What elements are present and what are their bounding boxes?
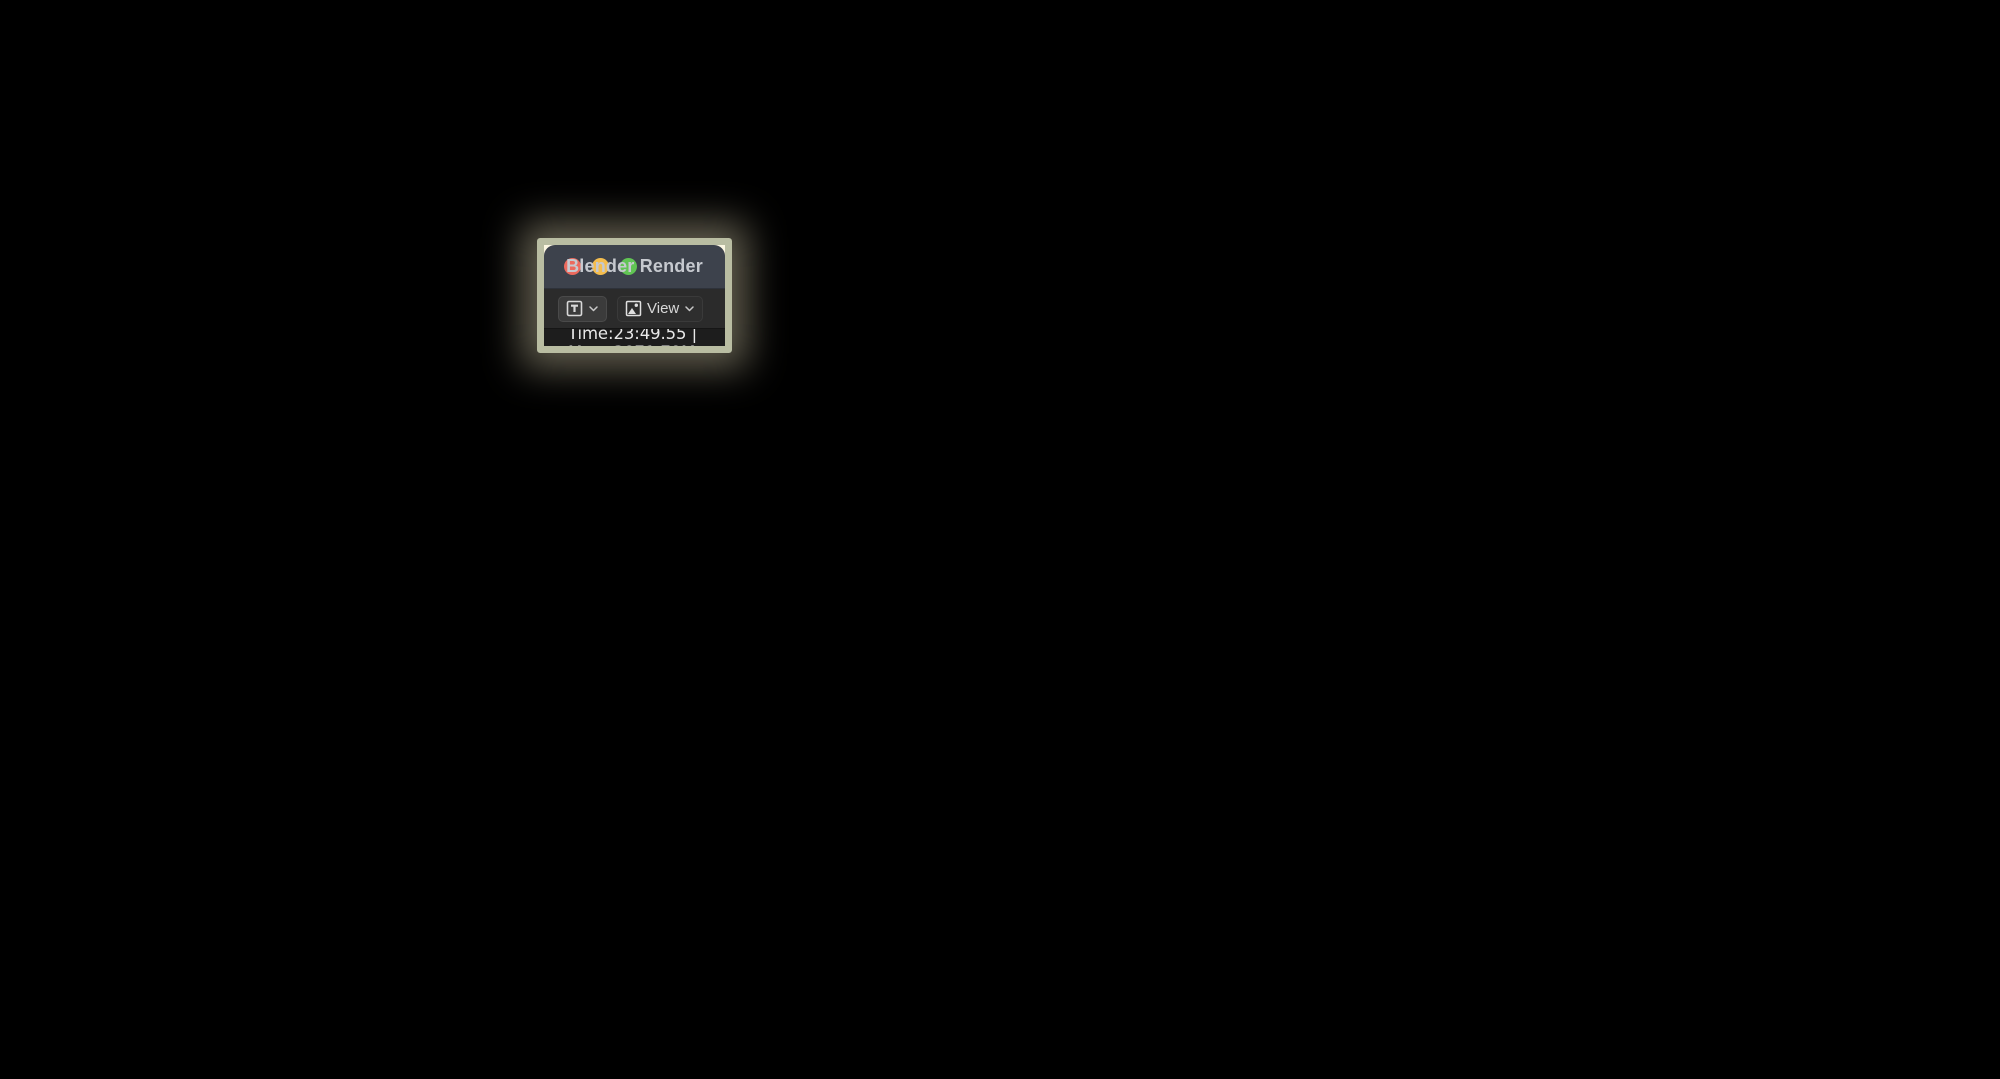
image-editor-header: View View Image — [544, 289, 725, 329]
editor-mode-label: View — [647, 300, 680, 317]
window-titlebar: Blender Render — [544, 245, 725, 289]
image-editor: View View Image — [544, 289, 725, 346]
chevron-down-icon — [684, 303, 695, 314]
image-editor-icon — [566, 300, 583, 317]
window-controls — [564, 258, 637, 275]
image-icon — [625, 300, 642, 317]
blender-render-window: Blender Render View Time:23:49.55 | Mem:… — [537, 238, 732, 353]
render-status-text: Frame:1 | Time:23:49.55 | Mem:3871.79M, … — [544, 305, 725, 346]
maximize-window-button[interactable] — [620, 258, 637, 275]
screen-root: Blender Render View Time:23:49.55 | Mem:… — [0, 0, 2000, 1079]
chevron-down-icon — [588, 303, 599, 314]
editor-type-button[interactable] — [558, 295, 607, 322]
editor-mode-button[interactable]: View — [617, 295, 704, 322]
minimize-window-button[interactable] — [592, 258, 609, 275]
menu-view[interactable]: View — [715, 296, 725, 322]
close-window-button[interactable] — [564, 258, 581, 275]
